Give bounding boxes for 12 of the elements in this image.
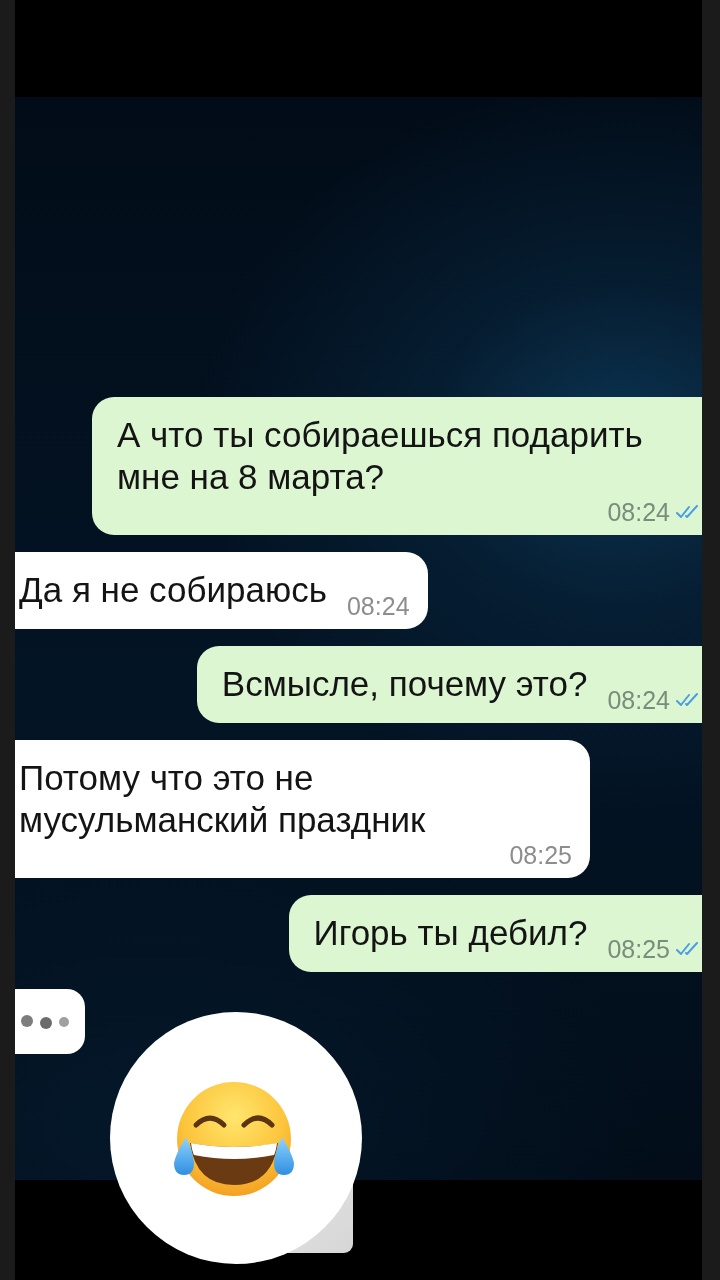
message-text: Всмысле, почему это? [221,664,588,703]
tears-of-joy-emoji-icon [172,1081,296,1197]
message-text: Игорь ты дебил? [313,913,588,952]
message-text: А что ты собираешься подарить мне на 8 марта? [117,415,643,496]
message-time: 08:24 [607,498,670,526]
message-time: 08:25 [607,935,670,963]
message-time: 08:25 [509,841,572,869]
typing-indicator-icon [19,1013,69,1030]
message-text: Потому что это не мусульманский праздник [19,758,426,839]
message-time: 08:24 [346,592,410,620]
message-time: 08:24 [607,686,670,714]
message-text: Да я не собираюсь [19,570,327,609]
